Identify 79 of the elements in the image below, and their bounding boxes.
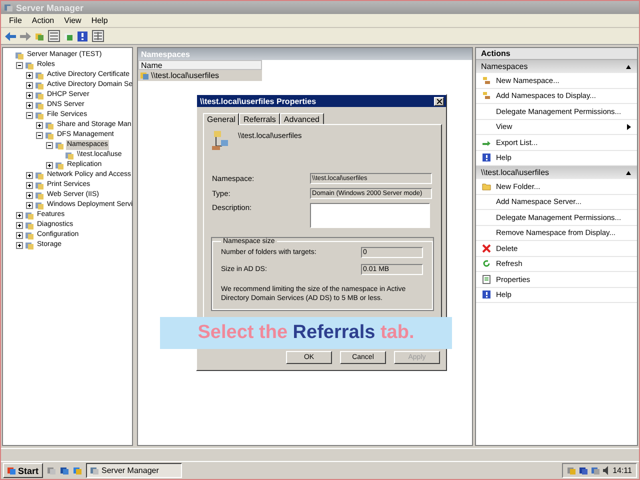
- menu-item[interactable]: View: [64, 16, 82, 25]
- instruction-banner: Select the Referrals tab.: [160, 317, 452, 349]
- expand-icon[interactable]: [16, 212, 23, 218]
- folder-icon: [482, 182, 491, 191]
- section-title: Namespaces: [481, 62, 528, 71]
- collapse-icon[interactable]: [626, 64, 631, 68]
- pane-title: Actions: [476, 48, 637, 60]
- node-icon: [35, 180, 44, 190]
- dialog-title: \\test.local\userfiles Properties: [200, 96, 316, 106]
- namespace-icon: [482, 91, 491, 100]
- tab[interactable]: Referrals: [239, 113, 280, 124]
- node-icon: [35, 190, 44, 200]
- speaker-icon: [602, 466, 610, 475]
- properties-icon: [482, 274, 491, 284]
- node-icon: [35, 70, 44, 80]
- app-icon: [4, 3, 13, 12]
- refresh-icon: [482, 259, 491, 268]
- expand-icon[interactable]: [26, 72, 33, 78]
- menu-item[interactable]: Help: [91, 16, 108, 25]
- expand-icon[interactable]: [26, 172, 33, 178]
- node-icon: [25, 210, 34, 220]
- expand-icon[interactable]: [26, 92, 33, 98]
- window-title: Server Manager: [16, 2, 84, 12]
- node-icon: [35, 100, 44, 110]
- column-header[interactable]: Name: [138, 60, 262, 70]
- expand-icon[interactable]: [16, 242, 23, 248]
- expand-icon[interactable]: [26, 102, 33, 108]
- expand-icon[interactable]: [26, 202, 33, 208]
- node-icon: [35, 110, 44, 120]
- node-icon: [35, 170, 44, 180]
- node-icon: [15, 50, 24, 60]
- node-icon: [25, 60, 34, 70]
- menu-item[interactable]: Action: [32, 16, 54, 25]
- node-icon: [65, 150, 74, 160]
- node-icon: [55, 140, 64, 150]
- tab[interactable]: Advanced: [280, 113, 324, 124]
- node-icon: [35, 80, 44, 90]
- namespace-icon: [140, 71, 149, 80]
- menu-item[interactable]: File: [9, 16, 22, 25]
- start-button[interactable]: Start: [3, 463, 43, 478]
- collapse-icon[interactable]: [16, 62, 23, 68]
- node-icon: [35, 200, 44, 210]
- close-icon: [436, 98, 442, 104]
- list-row[interactable]: \\test.local\userfiles: [138, 70, 262, 81]
- row-text: \\test.local\userfiles: [151, 71, 220, 80]
- node-icon: [45, 130, 54, 140]
- forward-icon[interactable]: [20, 32, 31, 40]
- expand-icon[interactable]: [16, 232, 23, 238]
- close-button[interactable]: [434, 96, 444, 106]
- collapse-icon[interactable]: [46, 142, 53, 148]
- node-icon: [35, 90, 44, 100]
- node-icon: [25, 230, 34, 240]
- collapse-icon[interactable]: [26, 112, 33, 118]
- namespace-icon: [482, 76, 491, 85]
- namespace-icon: [212, 131, 230, 151]
- console-tree-icon[interactable]: [48, 30, 60, 42]
- expand-icon[interactable]: [26, 182, 33, 188]
- grid-icon[interactable]: [92, 30, 104, 42]
- tab[interactable]: General: [203, 113, 240, 125]
- expand-icon[interactable]: [26, 82, 33, 88]
- pane-title: Namespaces: [138, 48, 472, 60]
- expand-icon[interactable]: [36, 122, 43, 128]
- expand-icon[interactable]: [26, 192, 33, 198]
- delete-icon: [482, 244, 491, 253]
- node-icon: [25, 240, 34, 250]
- description-field[interactable]: [310, 203, 430, 228]
- collapse-icon[interactable]: [36, 132, 43, 138]
- node-icon: [55, 160, 64, 170]
- expand-icon[interactable]: [46, 162, 53, 168]
- node-icon: [25, 220, 34, 230]
- node-icon: [45, 120, 54, 130]
- expand-icon[interactable]: [16, 222, 23, 228]
- collapse-icon[interactable]: [626, 170, 631, 174]
- submenu-arrow-icon: [627, 124, 631, 130]
- section-title: \\test.local\userfiles: [481, 168, 550, 177]
- clock: 14:11: [612, 466, 632, 475]
- back-icon[interactable]: [5, 32, 16, 40]
- taskbar-button[interactable]: Server Manager: [86, 463, 182, 478]
- app-icon: [90, 466, 99, 475]
